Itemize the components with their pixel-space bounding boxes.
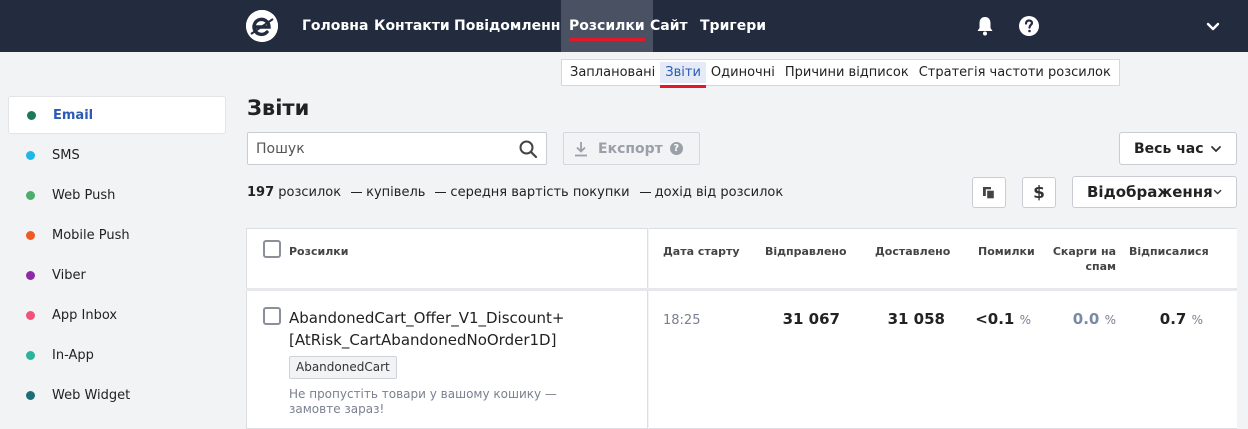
sidebar-item-web-push[interactable]: Web Push	[8, 176, 226, 214]
bell-icon[interactable]	[973, 14, 997, 38]
select-all-checkbox[interactable]	[263, 240, 281, 258]
percent-sign: %	[1104, 313, 1116, 327]
search-icon[interactable]	[518, 139, 538, 159]
currency-button[interactable]: $	[1022, 177, 1056, 208]
stats-summary: 197 розсилок купівель середня вартість пок…	[247, 185, 783, 200]
campaign-count: 197	[247, 185, 275, 200]
channel-dot	[26, 350, 35, 360]
sidebar-item-in-app[interactable]: In-App	[8, 336, 226, 374]
sidebar-item-label: Web Push	[52, 187, 116, 203]
nav-contacts[interactable]: Контакти	[374, 0, 450, 52]
chevron-down-icon	[1213, 189, 1222, 195]
period-dropdown[interactable]: Весь час	[1119, 132, 1237, 165]
sidebar-item-label: Email	[53, 107, 94, 123]
chevron-down-icon	[1211, 145, 1221, 152]
sidebar-item-label: Mobile Push	[52, 227, 130, 243]
channel-dot	[26, 310, 35, 320]
nav-campaigns[interactable]: Розсилки	[561, 0, 653, 52]
copy-icon	[983, 186, 996, 200]
page-title: Звіти	[247, 96, 310, 120]
search-input[interactable]	[248, 133, 508, 164]
channel-dot	[26, 230, 35, 240]
copy-button[interactable]	[972, 177, 1006, 208]
column-header-spam[interactable]: Скарги на спам	[1052, 244, 1116, 274]
view-dropdown[interactable]: Відображення	[1072, 176, 1237, 208]
sidebar-item-label: Web Widget	[52, 387, 131, 403]
reports-subtabs: Заплановані Звіти Одиночні Причини відпи…	[561, 59, 1120, 88]
period-label: Весь час	[1134, 140, 1204, 157]
chevron-down-icon[interactable]	[1201, 14, 1225, 38]
download-icon	[575, 141, 587, 156]
avg-order-label: середня вартість покупки	[450, 185, 630, 200]
percent-sign: %	[1191, 313, 1203, 327]
unsubscribed-value: 0.7	[1159, 310, 1187, 328]
start-date-cell: 18:25	[663, 313, 701, 328]
export-label: Експорт	[598, 140, 663, 157]
campaign-name-link[interactable]: AbandonedCart_Offer_V1_Discount+ [AtRisk…	[289, 307, 589, 351]
search-box	[247, 132, 547, 165]
active-underline	[660, 85, 706, 88]
column-header-unsubscribed[interactable]: Відписалися	[1129, 244, 1209, 259]
top-navigation-bar: Головна Контакти Повідомлення Розсилки С…	[0, 0, 1248, 52]
dollar-icon: $	[1033, 182, 1045, 203]
header-divider	[246, 288, 1237, 291]
sidebar-item-label: SMS	[52, 147, 80, 163]
subtab-frequency-strategy[interactable]: Стратегія частоти розсилок	[914, 62, 1116, 83]
subtab-scheduled[interactable]: Заплановані	[565, 62, 660, 83]
sidebar-item-label: In-App	[52, 347, 94, 363]
channel-dot	[26, 190, 35, 200]
nav-triggers[interactable]: Тригери	[700, 0, 766, 52]
sidebar-item-app-inbox[interactable]: App Inbox	[8, 296, 226, 334]
subtab-reports[interactable]: Звіти	[660, 62, 706, 88]
help-icon[interactable]	[1017, 14, 1041, 38]
spam-cell: 0.0 %	[1073, 310, 1116, 328]
percent-sign: %	[1019, 313, 1031, 327]
campaign-description: Не пропустіть товари у вашому кошику — з…	[289, 387, 557, 416]
help-icon[interactable]: ?	[669, 142, 683, 155]
revenue-label: дохід від розсилок	[654, 185, 784, 200]
nav-site[interactable]: Сайт	[650, 0, 688, 52]
active-underline	[569, 38, 645, 41]
campaign-tag[interactable]: AbandonedCart	[289, 356, 397, 379]
column-header-delivered[interactable]: Доставлено	[875, 244, 950, 259]
sent-cell: 31 067	[782, 310, 840, 328]
dash	[639, 192, 651, 193]
errors-cell: <0.1 %	[975, 310, 1031, 328]
spam-value: 0.0	[1072, 310, 1100, 328]
column-header-errors[interactable]: Помилки	[978, 244, 1035, 259]
sidebar-item-web-widget[interactable]: Web Widget	[8, 376, 226, 414]
unsubscribed-cell: 0.7 %	[1160, 310, 1203, 328]
delivered-cell: 31 058	[887, 310, 945, 328]
channel-dot	[27, 110, 36, 120]
subtab-unsubscribe-reasons[interactable]: Причини відписок	[780, 62, 914, 83]
nav-campaigns-label: Розсилки	[569, 18, 645, 34]
row-checkbox[interactable]	[263, 307, 281, 325]
column-header-sent[interactable]: Відправлено	[765, 244, 847, 259]
column-header-name[interactable]: Розсилки	[289, 244, 348, 259]
sidebar-item-label: App Inbox	[52, 307, 118, 323]
view-label: Відображення	[1087, 183, 1213, 201]
channel-dot	[26, 390, 35, 400]
column-header-start-date[interactable]: Дата старту	[663, 244, 740, 259]
purchases-label: купівель	[366, 185, 426, 200]
sidebar-item-label: Viber	[52, 267, 86, 283]
sidebar-item-mobile-push[interactable]: Mobile Push	[8, 216, 226, 254]
export-button[interactable]: Експорт ?	[563, 132, 700, 165]
sidebar-item-email[interactable]: Email	[8, 96, 226, 134]
logo-icon[interactable]	[246, 10, 278, 42]
sidebar-item-sms[interactable]: SMS	[8, 136, 226, 174]
nav-home[interactable]: Головна	[302, 0, 368, 52]
nav-messages[interactable]: Повідомлення	[454, 0, 569, 52]
channel-dot	[26, 270, 35, 280]
errors-value: <0.1	[975, 310, 1015, 328]
dash	[435, 192, 447, 193]
subtab-reports-label: Звіти	[665, 65, 701, 80]
subtab-single[interactable]: Одиночні	[706, 62, 780, 83]
dash	[351, 192, 363, 193]
campaign-count-label: розсилок	[278, 185, 342, 200]
sidebar-item-viber[interactable]: Viber	[8, 256, 226, 294]
channel-dot	[26, 150, 35, 160]
